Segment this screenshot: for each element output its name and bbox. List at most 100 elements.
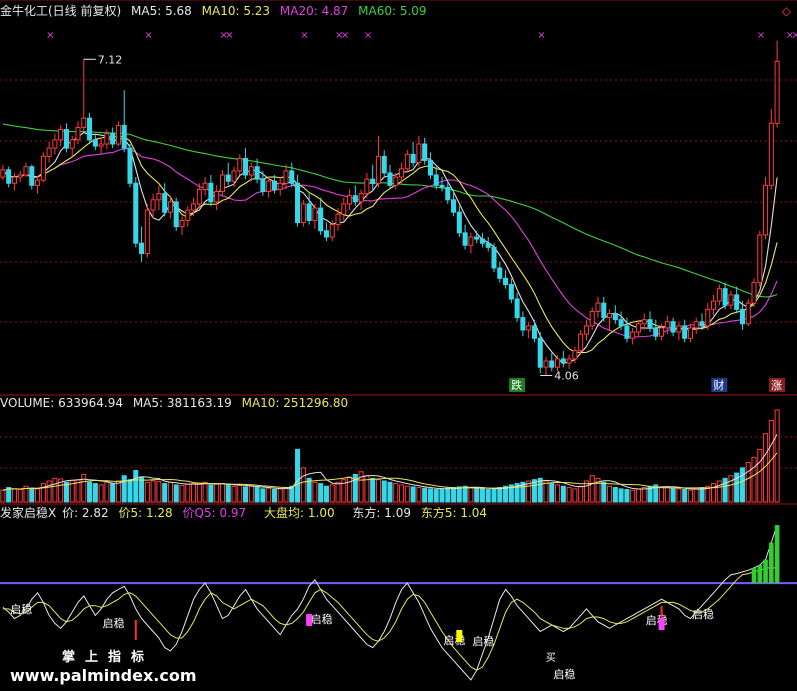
candle-body [283, 170, 289, 184]
volume-bar [728, 475, 734, 503]
signal-block [306, 614, 313, 626]
candle-body [248, 166, 254, 176]
candle-body [560, 358, 566, 364]
volume-bar [110, 483, 116, 503]
volume-bar [52, 477, 58, 503]
volume-bar [139, 476, 145, 503]
volume-bar [248, 485, 254, 503]
candle-body [35, 179, 41, 186]
candle-body [237, 157, 243, 172]
indicator-bar [757, 565, 763, 584]
volume-bar [664, 487, 670, 503]
volume-bar [676, 488, 682, 503]
volume-bar [422, 487, 428, 503]
volume-bar [35, 488, 41, 503]
candle-body [121, 124, 127, 149]
candle-body [341, 203, 347, 215]
candle-body [399, 168, 405, 178]
candle-body [618, 319, 624, 327]
volume-bar [370, 477, 376, 503]
volume-bar [635, 488, 641, 503]
volume-bar [716, 480, 722, 503]
candle-body [491, 246, 497, 269]
candle-body [699, 321, 705, 327]
volume-bar [751, 456, 757, 503]
volume-bar [670, 487, 676, 503]
candle-body [0, 169, 6, 178]
candle-body [104, 133, 110, 145]
candle-body [127, 147, 133, 184]
volume-bar [566, 487, 572, 503]
volume-bar [271, 489, 277, 503]
stock-chart: 7.124.06×××××××××××××跌财涨启稳启稳启稳启稳启稳启稳启稳启稳… [0, 0, 797, 681]
volume-bar [208, 484, 214, 503]
volume-bar [543, 480, 549, 503]
jia-readout: 价: 2.82 [62, 506, 109, 520]
diamond-icon[interactable]: ◇ [782, 4, 791, 18]
candle-body [115, 124, 121, 145]
candle-body [676, 325, 682, 333]
indicator-header: 发家启稳X 价: 2.82 价5: 1.28 价Q5: 0.97 大盘均: 1.… [0, 506, 493, 520]
volume-bar [156, 481, 162, 503]
candle-body [277, 182, 283, 190]
candlestick-series [0, 40, 780, 376]
volume-bar [283, 487, 289, 503]
volume-bar [416, 487, 422, 503]
candle-body [716, 288, 722, 302]
volume-bar [745, 462, 751, 503]
volume-bar [167, 481, 173, 503]
tag-zhang: 涨 [771, 379, 782, 392]
volume-bar [347, 476, 353, 503]
candle-body [583, 325, 589, 335]
indicator-bar [751, 567, 757, 584]
signal-marker: × [537, 30, 545, 41]
volume-ma5-readout: MA5: 381163.19 [132, 396, 232, 410]
volume-bar [774, 409, 780, 503]
candle-body [370, 178, 376, 184]
candle-body [347, 195, 353, 205]
candle-body [641, 319, 647, 325]
candle-body [266, 180, 272, 193]
candle-body [300, 203, 306, 224]
price-header: 金牛化工(日线 前复权) MA5: 5.68 MA10: 5.23 MA20: … [0, 4, 433, 18]
volume-bars [0, 409, 780, 503]
candle-body [751, 281, 757, 304]
candle-body [774, 60, 780, 124]
candle-body [722, 288, 728, 306]
volume-bar [300, 467, 306, 503]
candle-body [451, 199, 457, 213]
candle-body [156, 193, 162, 201]
candle-body [69, 139, 75, 149]
volume-bar [560, 485, 566, 503]
candle-body [711, 300, 717, 310]
candle-body [635, 323, 641, 333]
signal-block [456, 630, 463, 642]
candle-body [693, 321, 699, 329]
indicator-bar [774, 525, 780, 584]
candle-body [150, 199, 156, 211]
qiwen-label: 启稳 [103, 616, 125, 630]
qiwen-label: 启稳 [10, 602, 32, 616]
volume-bar [641, 487, 647, 503]
candle-body [630, 331, 636, 339]
volume-bar [607, 485, 613, 503]
candle-body [659, 327, 665, 337]
candle-body [133, 182, 139, 244]
candle-body [358, 193, 364, 203]
signal-block [658, 618, 665, 630]
volume-bar [202, 481, 208, 503]
candle-body [682, 325, 688, 339]
signal-marker: × [791, 30, 797, 41]
candle-body [29, 166, 35, 186]
volume-bar [17, 489, 23, 503]
volume-bar [549, 483, 555, 503]
candle-body [555, 358, 561, 368]
candle-body [11, 176, 17, 184]
candle-body [664, 321, 670, 329]
volume-bar [92, 483, 98, 503]
volume-bar [191, 483, 197, 503]
candle-body [404, 153, 410, 170]
candle-body [393, 176, 399, 186]
volume-bar [462, 485, 468, 503]
candle-body [312, 207, 318, 221]
